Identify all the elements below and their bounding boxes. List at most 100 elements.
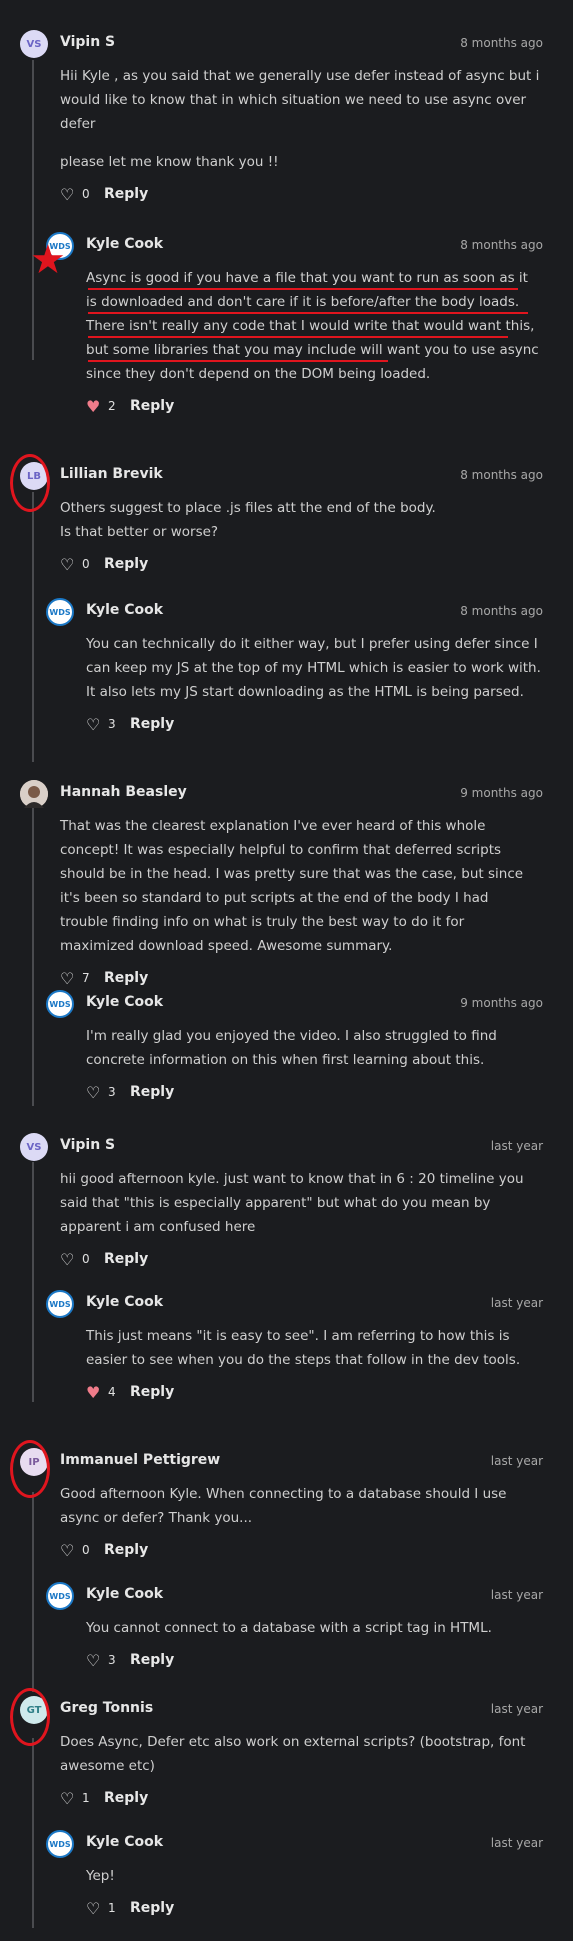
reply-button[interactable]: Reply	[130, 716, 174, 732]
comment-text: Others suggest to place .js files att th…	[60, 500, 436, 516]
comment-time: 8 months ago	[460, 238, 543, 252]
comment: VS Vipin S last year hii good afternoon …	[20, 1133, 543, 1271]
heart-icon[interactable]: ♡	[60, 555, 78, 574]
comment-time: last year	[490, 1139, 543, 1153]
like-count: 3	[108, 1085, 116, 1099]
annotation-underline	[88, 288, 518, 290]
heart-icon[interactable]: ♡	[86, 1083, 104, 1102]
like-count: 7	[82, 971, 90, 985]
avatar[interactable]: WDS	[46, 1830, 74, 1858]
comment-time: 8 months ago	[460, 604, 543, 618]
heart-icon[interactable]: ♡	[60, 969, 78, 988]
comment-time: last year	[490, 1836, 543, 1850]
comment-text: Yep!	[86, 1868, 115, 1884]
avatar[interactable]: WDS	[46, 990, 74, 1018]
heart-icon[interactable]: ♡	[60, 1250, 78, 1269]
like-count: 0	[82, 187, 90, 201]
like-count: 2	[108, 399, 116, 413]
reply-button[interactable]: Reply	[130, 1084, 174, 1100]
reply-comment: WDS Kyle Cook last year This just means …	[46, 1290, 543, 1404]
like-count: 0	[82, 557, 90, 571]
like-count: 3	[108, 1653, 116, 1667]
comment-time: last year	[490, 1454, 543, 1468]
comment-author[interactable]: Greg Tonnis	[60, 1700, 153, 1716]
comment: IP Immanuel Pettigrew last year Good aft…	[20, 1448, 543, 1562]
profile-photo-icon	[20, 780, 48, 808]
comment-text: hii good afternoon kyle. just want to kn…	[60, 1171, 524, 1235]
comment-author[interactable]: Kyle Cook	[86, 1586, 163, 1602]
comment-time: 9 months ago	[460, 786, 543, 800]
comment-author[interactable]: Immanuel Pettigrew	[60, 1452, 220, 1468]
reply-button[interactable]: Reply	[130, 398, 174, 414]
heart-icon[interactable]: ♡	[60, 1541, 78, 1560]
annotation-circle	[10, 454, 50, 512]
comment-text: Does Async, Defer etc also work on exter…	[60, 1734, 526, 1774]
reply-comment: WDS Kyle Cook 8 months ago You can techn…	[46, 598, 543, 736]
annotation-circle	[10, 1440, 50, 1498]
comment-time: 8 months ago	[460, 36, 543, 50]
avatar[interactable]: WDS	[46, 598, 74, 626]
avatar[interactable]: VS	[20, 1133, 48, 1161]
annotation-circle	[10, 1688, 50, 1746]
comment: LB Lillian Brevik 8 months ago Others su…	[20, 462, 543, 576]
avatar[interactable]: VS	[20, 30, 48, 58]
heart-icon[interactable]: ♡	[60, 1789, 78, 1808]
comment-text: please let me know thank you !!	[60, 154, 279, 170]
comment: VS Vipin S 8 months ago Hii Kyle , as yo…	[20, 30, 543, 206]
annotation-underline	[88, 336, 508, 338]
comment-author[interactable]: Kyle Cook	[86, 602, 163, 618]
comment-author[interactable]: Kyle Cook	[86, 994, 163, 1010]
like-count: 1	[82, 1791, 90, 1805]
heart-icon[interactable]: ♡	[86, 1651, 104, 1670]
heart-icon[interactable]: ♥	[86, 1383, 104, 1402]
comment-text: This just means "it is easy to see". I a…	[86, 1328, 521, 1368]
comment-author[interactable]: Vipin S	[60, 34, 115, 50]
comment-text: You can technically do it either way, bu…	[86, 636, 541, 700]
heart-icon[interactable]: ♡	[86, 715, 104, 734]
reply-button[interactable]: Reply	[104, 556, 148, 572]
reply-comment: WDS Kyle Cook last year Yep! ♡ 1 Reply	[46, 1830, 543, 1920]
like-count: 3	[108, 717, 116, 731]
comment-time: last year	[490, 1702, 543, 1716]
comment-text: Hii Kyle , as you said that we generally…	[60, 68, 540, 132]
like-count: 0	[82, 1252, 90, 1266]
comment-text: You cannot connect to a database with a …	[86, 1620, 492, 1636]
comment-time: last year	[490, 1588, 543, 1602]
reply-button[interactable]: Reply	[104, 970, 148, 986]
comment-author[interactable]: Lillian Brevik	[60, 466, 163, 482]
reply-button[interactable]: Reply	[104, 186, 148, 202]
comment-text: Async is good if you have a file that yo…	[86, 270, 539, 382]
reply-button[interactable]: Reply	[104, 1790, 148, 1806]
comment-time: 8 months ago	[460, 468, 543, 482]
annotation-underline	[88, 360, 388, 362]
avatar[interactable]: WDS	[46, 1582, 74, 1610]
annotation-underline	[88, 312, 528, 314]
comment-author[interactable]: Hannah Beasley	[60, 784, 187, 800]
reply-comment: WDS Kyle Cook 9 months ago I'm really gl…	[46, 990, 543, 1104]
comment-text: Is that better or worse?	[60, 524, 219, 540]
heart-icon[interactable]: ♡	[60, 185, 78, 204]
comment-author[interactable]: Kyle Cook	[86, 1834, 163, 1850]
reply-button[interactable]: Reply	[130, 1652, 174, 1668]
star-icon: ★	[30, 237, 66, 283]
reply-comment: WDS Kyle Cook last year You cannot conne…	[46, 1582, 543, 1672]
reply-button[interactable]: Reply	[104, 1251, 148, 1267]
reply-button[interactable]: Reply	[130, 1900, 174, 1916]
comment-author[interactable]: Kyle Cook	[86, 236, 163, 252]
comment: GT Greg Tonnis last year Does Async, Def…	[20, 1696, 543, 1810]
reply-comment: WDS Kyle Cook 8 months ago Async is good…	[46, 232, 543, 418]
heart-icon[interactable]: ♥	[86, 397, 104, 416]
comment-author[interactable]: Vipin S	[60, 1137, 115, 1153]
avatar[interactable]	[20, 780, 48, 808]
avatar[interactable]: WDS	[46, 1290, 74, 1318]
like-count: 4	[108, 1385, 116, 1399]
comment-author[interactable]: Kyle Cook	[86, 1294, 163, 1310]
comment-text: I'm really glad you enjoyed the video. I…	[86, 1028, 497, 1068]
comment-time: last year	[490, 1296, 543, 1310]
heart-icon[interactable]: ♡	[86, 1899, 104, 1918]
reply-button[interactable]: Reply	[130, 1384, 174, 1400]
like-count: 1	[108, 1901, 116, 1915]
comment: Hannah Beasley 9 months ago That was the…	[20, 780, 543, 990]
comment-text: That was the clearest explanation I've e…	[60, 818, 524, 954]
reply-button[interactable]: Reply	[104, 1542, 148, 1558]
